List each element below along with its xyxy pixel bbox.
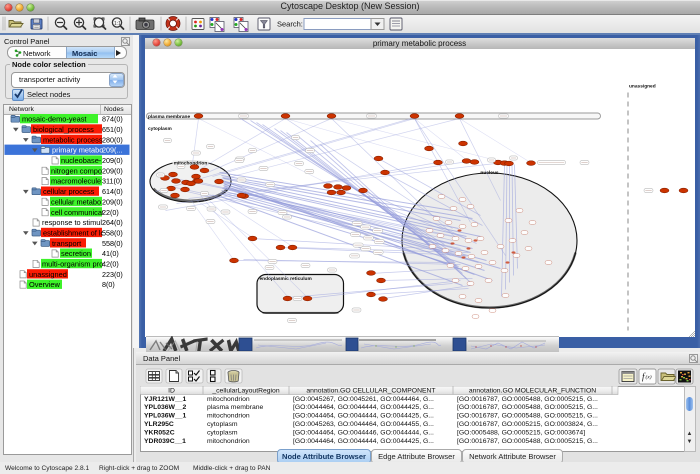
- svg-text:YLR295C: YLR295C: [144, 421, 174, 428]
- svg-text:secretion: secretion: [61, 249, 91, 258]
- svg-text:Overview: Overview: [29, 280, 60, 289]
- svg-text:annotation.GO MOLECULAR_FUNCTI: annotation.GO MOLECULAR_FUNCTION: [469, 388, 596, 395]
- svg-text:nucleus: nucleus: [480, 170, 498, 176]
- svg-text:[GO:0016787, GO:0005215, GO:00: [GO:0016787, GO:0005215, GO:0003824, G..…: [457, 421, 598, 428]
- svg-text:response to stimul: response to stimul: [42, 218, 102, 227]
- svg-text:mitochondrion: mitochondrion: [207, 438, 250, 445]
- svg-text:651(0): 651(0): [102, 125, 123, 134]
- svg-text:[GO:0005488, GO:0005215, GO:00: [GO:0005488, GO:0005215, GO:0003674]: [457, 430, 585, 437]
- svg-text:cytoplasm: cytoplasm: [207, 430, 238, 437]
- svg-text:mosaic-demo-yeast: mosaic-demo-yeast: [22, 115, 86, 124]
- svg-text:558(0): 558(0): [102, 228, 123, 237]
- svg-text:[GO:0016787, GO:0005488, GO:00: [GO:0016787, GO:0005488, GO:0005215, G..…: [457, 404, 598, 411]
- svg-text:primary metabo: primary metabo: [52, 146, 103, 155]
- svg-text:cellular process: cellular process: [43, 187, 95, 196]
- svg-text:YPL036W__2: YPL036W__2: [144, 404, 187, 411]
- svg-text:[GO:0016787, GO:0005488, GO:00: [GO:0016787, GO:0005488, GO:0005215, G..…: [457, 396, 598, 403]
- svg-text:[GO:0045267, GO:0045261, GO:00: [GO:0045267, GO:0045261, GO:0044464, G..…: [293, 396, 434, 403]
- svg-text:874(0): 874(0): [102, 115, 123, 124]
- svg-text:ID: ID: [168, 388, 175, 395]
- svg-text:YJR121W__1: YJR121W__1: [144, 396, 187, 403]
- svg-text:plasma membrane: plasma membrane: [148, 114, 190, 120]
- svg-text:42(0): 42(0): [102, 260, 119, 269]
- svg-text:[GO:0016787, GO:0005488, GO:00: [GO:0016787, GO:0005488, GO:0005215, G..…: [457, 413, 598, 420]
- svg-text:YDR039C__1: YDR039C__1: [144, 438, 186, 445]
- svg-text:614(0): 614(0): [102, 187, 123, 196]
- svg-text:209(0): 209(0): [102, 166, 123, 175]
- svg-text:Search:: Search:: [277, 20, 303, 29]
- svg-text:[GO:0044464, GO:0044444, GO:00: [GO:0044464, GO:0044444, GO:0044425, G..…: [293, 438, 434, 445]
- svg-text:metabolic process: metabolic process: [43, 135, 103, 144]
- svg-text:[GO:0045263, GO:0044464, GO:00: [GO:0045263, GO:0044464, GO:0044455, G..…: [293, 421, 434, 428]
- svg-text:22(0): 22(0): [102, 208, 119, 217]
- svg-text:cell communicat: cell communicat: [51, 208, 104, 217]
- svg-text:macromolecule: macromolecule: [51, 177, 101, 186]
- svg-text:YPL036W__1: YPL036W__1: [144, 413, 187, 420]
- svg-text:311(0): 311(0): [102, 177, 122, 186]
- svg-text:8(0): 8(0): [102, 280, 115, 289]
- svg-text:cytoplasm: cytoplasm: [148, 126, 172, 132]
- svg-text:establishment of lo: establishment of lo: [43, 228, 105, 237]
- svg-text:cytoplasm: cytoplasm: [207, 421, 238, 428]
- svg-text:223(0): 223(0): [102, 270, 123, 279]
- svg-text:multi-organism pro: multi-organism pro: [42, 260, 103, 269]
- svg-text:[GO:0044464, GO:0044446, GO:00: [GO:0044464, GO:0044446, GO:0044444, G..…: [293, 430, 434, 437]
- svg-text:264(0): 264(0): [102, 218, 123, 227]
- svg-text:[GO:0044464, GO:0044444, GO:00: [GO:0044464, GO:0044444, GO:0044425, G..…: [293, 413, 434, 420]
- svg-text:plasma membrane: plasma membrane: [207, 404, 264, 411]
- svg-text:nitrogen compo: nitrogen compo: [51, 166, 102, 175]
- svg-text:unassigned: unassigned: [29, 270, 67, 279]
- svg-text:endoplasmic reticulum: endoplasmic reticulum: [259, 276, 311, 282]
- svg-text:cellular metabo: cellular metabo: [51, 197, 101, 206]
- svg-text:transport: transport: [52, 239, 81, 248]
- svg-text:(x): (x): [646, 374, 652, 381]
- svg-text:YKR052C: YKR052C: [144, 430, 175, 437]
- svg-text:unassigned: unassigned: [629, 83, 656, 89]
- svg-text:_cellularLayoutRegion: _cellularLayoutRegion: [211, 388, 279, 395]
- svg-text:41(0): 41(0): [102, 249, 119, 258]
- svg-text:mitochondrion: mitochondrion: [207, 413, 250, 420]
- svg-text:[GO:0016787, GO:0005488, GO:00: [GO:0016787, GO:0005488, GO:0005215, G..…: [457, 438, 598, 445]
- svg-text:209(0): 209(0): [102, 197, 123, 206]
- svg-text:annotation.GO CELLULAR_COMPONE: annotation.GO CELLULAR_COMPONENT: [306, 388, 435, 395]
- svg-text:209(...: 209(...: [102, 146, 122, 155]
- svg-text:[GO:0044464, GO:0044444, GO:00: [GO:0044464, GO:0044444, GO:0044425, G..…: [293, 404, 434, 411]
- svg-text:mitochondrion: mitochondrion: [207, 396, 250, 403]
- svg-text:biological_process: biological_process: [33, 125, 94, 134]
- svg-text:280(0): 280(0): [102, 135, 123, 144]
- svg-text:209(0): 209(0): [102, 156, 123, 165]
- svg-text:nucleobase-: nucleobase-: [61, 156, 102, 165]
- svg-text:558(0): 558(0): [102, 239, 123, 248]
